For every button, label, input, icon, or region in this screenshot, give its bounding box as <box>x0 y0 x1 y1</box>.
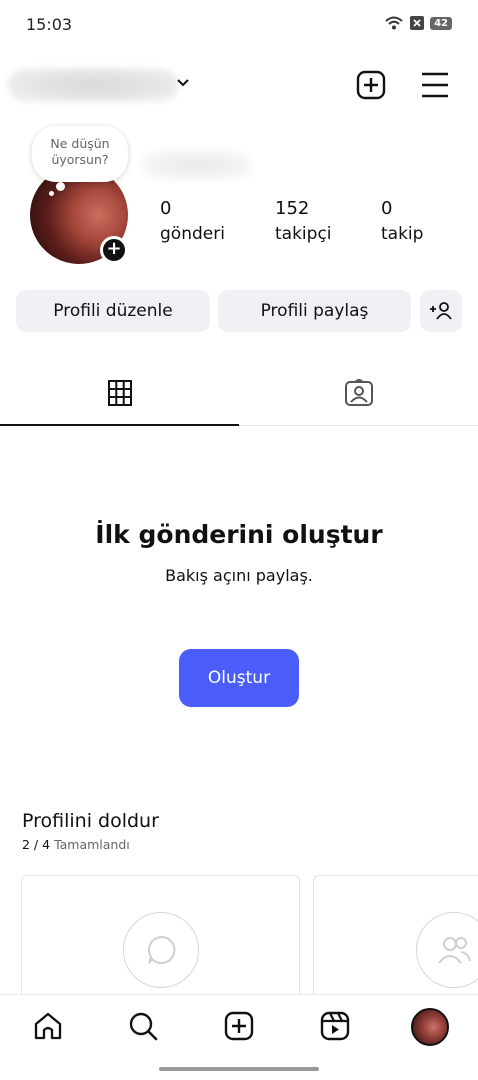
profile-header <box>0 58 478 114</box>
status-icons: 42 <box>384 15 452 31</box>
home-indicator[interactable] <box>159 1067 319 1071</box>
tab-tagged[interactable] <box>239 360 478 426</box>
status-time: 15:03 <box>26 15 73 34</box>
new-post-icon[interactable] <box>356 70 386 100</box>
nav-search[interactable] <box>126 1009 160 1043</box>
stat-followers-label: takipçi <box>275 224 332 244</box>
nav-create[interactable] <box>222 1009 256 1043</box>
note-bubble[interactable]: Ne düşün üyorsun? <box>32 126 128 182</box>
nav-reels[interactable] <box>318 1009 352 1043</box>
add-story-icon[interactable]: + <box>100 236 128 264</box>
battery-indicator: 42 <box>430 16 452 30</box>
complete-profile-suffix: Tamamlandı <box>54 837 130 852</box>
discover-people-button[interactable] <box>420 290 462 332</box>
search-icon <box>129 1012 158 1041</box>
home-icon <box>34 1012 62 1040</box>
note-bubble-tail-small <box>49 191 54 196</box>
complete-profile-card-bio[interactable] <box>21 875 300 1005</box>
card-icon-circle <box>416 912 478 988</box>
nav-profile[interactable] <box>410 1007 450 1047</box>
profile-avatar-small <box>411 1008 449 1046</box>
stat-posts-value: 0 <box>160 198 172 219</box>
complete-profile-progress: 2 / 4 Tamamlandı <box>22 837 130 852</box>
chevron-down-icon[interactable] <box>176 78 190 88</box>
grid-icon <box>107 380 132 406</box>
wifi-icon <box>385 16 403 30</box>
empty-state-subtitle: Bakış açını paylaş. <box>165 566 313 585</box>
people-icon <box>438 937 471 964</box>
stat-posts-label: gönderi <box>160 224 225 244</box>
active-tab-indicator <box>0 424 239 426</box>
create-post-button[interactable]: Oluştur <box>179 649 299 707</box>
share-profile-button[interactable]: Profili paylaş <box>218 290 411 332</box>
create-icon <box>224 1011 254 1041</box>
tab-posts-grid[interactable] <box>0 360 239 426</box>
display-name-blurred <box>142 150 252 180</box>
complete-profile-card-follow[interactable] <box>313 875 478 1005</box>
stat-following-label: takip <box>381 224 424 244</box>
menu-icon[interactable] <box>420 70 450 100</box>
note-line-1: Ne düşün <box>50 136 110 151</box>
complete-profile-title: Profilini doldur <box>22 810 159 832</box>
stat-followers[interactable]: 152 takipçi <box>275 198 332 248</box>
edit-profile-button[interactable]: Profili düzenle <box>16 290 210 332</box>
add-person-icon <box>430 302 452 320</box>
username-blurred[interactable] <box>8 68 178 102</box>
stat-following[interactable]: 0 takip <box>381 198 423 248</box>
empty-state-title: İlk gönderini oluştur <box>95 520 383 549</box>
nav-home[interactable] <box>31 1009 65 1043</box>
speech-bubble-icon <box>148 935 176 964</box>
note-bubble-tail <box>56 182 65 191</box>
tagged-icon <box>344 379 373 406</box>
status-bar: 15:03 42 <box>0 0 478 50</box>
tab-divider <box>239 425 478 426</box>
stat-following-value: 0 <box>381 198 393 219</box>
stat-followers-value: 152 <box>275 198 310 219</box>
no-sim-icon <box>410 16 425 30</box>
note-line-2: üyorsun? <box>51 152 109 167</box>
reels-icon <box>320 1011 350 1041</box>
stat-posts[interactable]: 0 gönderi <box>160 198 225 248</box>
complete-profile-count: 2 / 4 <box>22 837 51 852</box>
card-icon-circle <box>123 912 199 988</box>
